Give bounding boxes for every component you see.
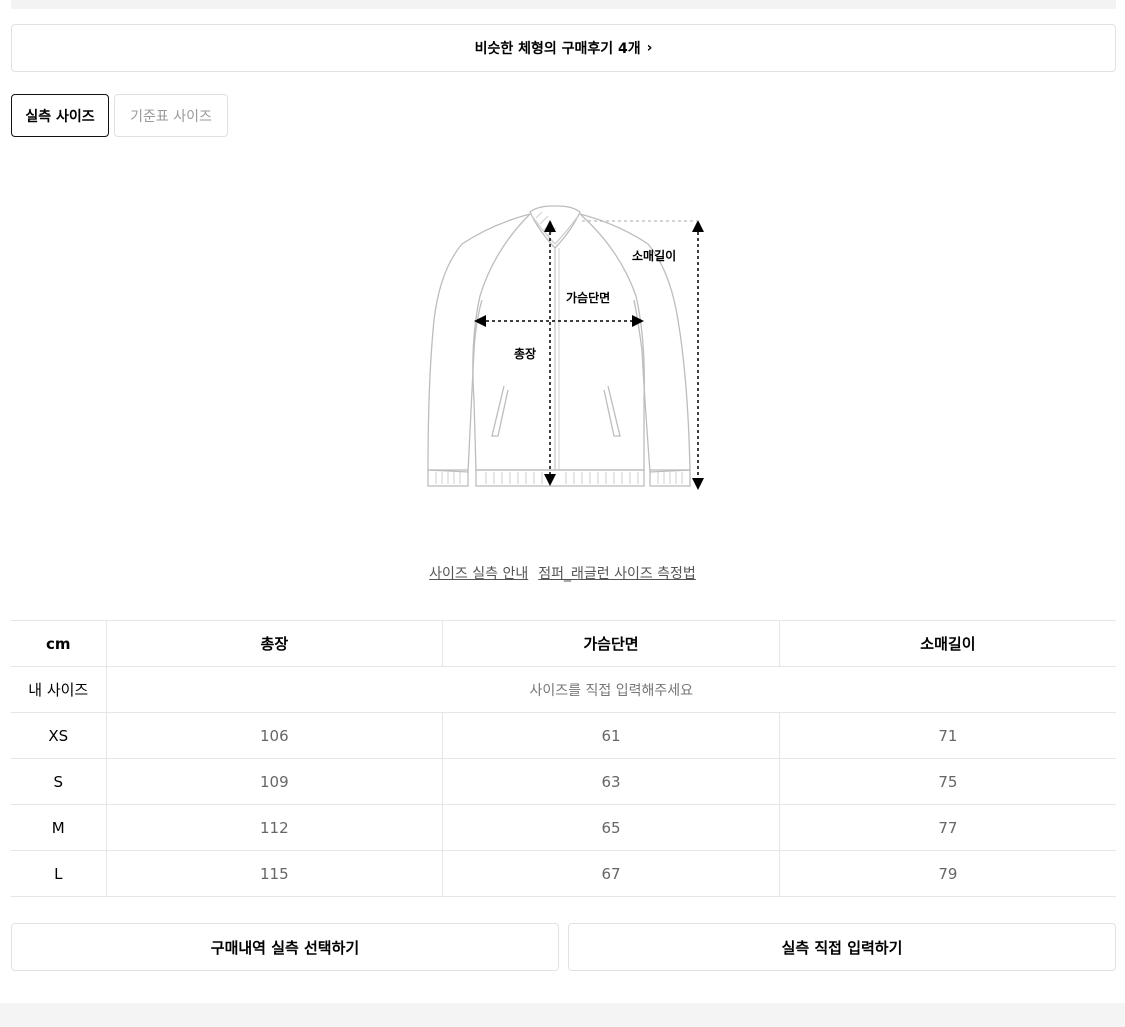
column-header-length: 총장 <box>105 620 443 667</box>
size-label: L <box>11 850 106 897</box>
jacket-outline <box>427 205 691 487</box>
table-header-row: cm 총장 가슴단면 소매길이 <box>11 620 1116 667</box>
size-label: S <box>11 758 106 805</box>
table-row: XS 106 61 71 <box>11 712 1116 759</box>
length-value: 106 <box>105 712 443 759</box>
similar-reviews-label: 비슷한 체형의 구매후기 4개 <box>474 41 641 57</box>
chest-value: 61 <box>442 712 780 759</box>
chest-width-label: 가슴단면 <box>566 290 610 305</box>
similar-body-reviews-button[interactable]: 비슷한 체형의 구매후기 4개 › <box>11 24 1116 72</box>
my-size-row: 내 사이즈 사이즈를 직접 입력해주세요 <box>11 666 1116 713</box>
tab-actual-size-label: 실측 사이즈 <box>25 108 95 125</box>
total-length-label: 총장 <box>514 346 536 361</box>
tab-standard-size[interactable]: 기준표 사이즈 <box>114 94 228 137</box>
chest-value: 63 <box>442 758 780 805</box>
size-label: M <box>11 804 106 851</box>
column-header-sleeve: 소매길이 <box>778 620 1116 667</box>
chevron-right-icon: › <box>646 40 653 56</box>
my-size-input-hint[interactable]: 사이즈를 직접 입력해주세요 <box>105 666 1116 713</box>
jacket-measurement-diagram: 소매길이 가슴단면 총장 <box>427 205 704 490</box>
chest-value: 67 <box>442 850 780 897</box>
sleeve-length-label: 소매길이 <box>632 248 676 263</box>
size-label: XS <box>11 712 106 759</box>
bottom-divider-strip <box>0 1003 1125 1027</box>
size-table: cm 총장 가슴단면 소매길이 내 사이즈 사이즈를 직접 입력해주세요 XS … <box>11 620 1116 897</box>
column-header-chest: 가슴단면 <box>442 620 780 667</box>
length-value: 112 <box>105 804 443 851</box>
tab-standard-size-label: 기준표 사이즈 <box>130 108 212 125</box>
sleeve-value: 75 <box>778 758 1116 805</box>
size-measure-guide-link[interactable]: 사이즈 실측 안내 <box>429 563 528 583</box>
top-divider-strip <box>11 0 1116 9</box>
enter-measurements-button[interactable]: 실측 직접 입력하기 <box>568 923 1116 971</box>
sleeve-value: 77 <box>778 804 1116 851</box>
tab-actual-size[interactable]: 실측 사이즈 <box>11 94 109 137</box>
length-value: 115 <box>105 850 443 897</box>
size-guide-links: 사이즈 실측 안내 점퍼_래글런 사이즈 측정법 <box>0 563 1125 583</box>
sleeve-value: 71 <box>778 712 1116 759</box>
chest-value: 65 <box>442 804 780 851</box>
length-value: 109 <box>105 758 443 805</box>
table-row: L 115 67 79 <box>11 850 1116 897</box>
select-from-purchase-history-button[interactable]: 구매내역 실측 선택하기 <box>11 923 559 971</box>
table-row: M 112 65 77 <box>11 804 1116 851</box>
unit-header: cm <box>11 620 106 667</box>
select-from-purchase-history-label: 구매내역 실측 선택하기 <box>210 938 360 957</box>
enter-measurements-label: 실측 직접 입력하기 <box>781 938 903 957</box>
sleeve-value: 79 <box>778 850 1116 897</box>
my-size-label: 내 사이즈 <box>11 666 106 713</box>
jumper-raglan-measure-link[interactable]: 점퍼_래글런 사이즈 측정법 <box>538 563 696 583</box>
table-row: S 109 63 75 <box>11 758 1116 805</box>
